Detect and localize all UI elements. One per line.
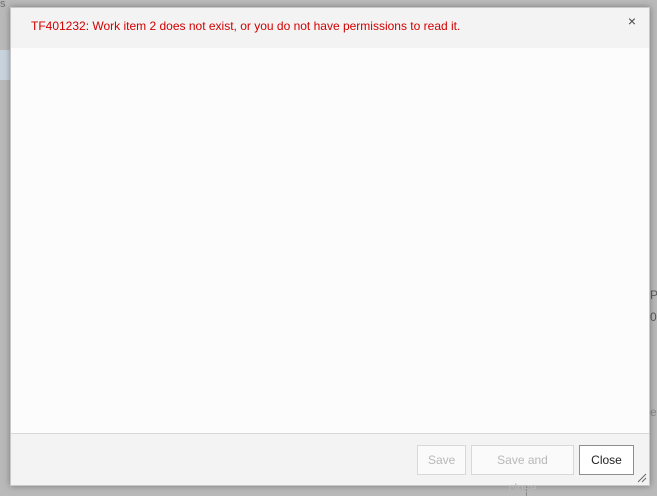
background-text-fragment: s [0, 0, 6, 10]
dialog-body [11, 48, 649, 433]
dialog-header: TF401232: Work item 2 does not exist, or… [11, 8, 649, 48]
save-button[interactable]: Save [417, 445, 466, 475]
save-and-close-button[interactable]: Save and close [471, 445, 574, 495]
background-text-fragment: 0 [650, 310, 657, 324]
close-icon[interactable]: × [625, 14, 639, 28]
work-item-dialog: TF401232: Work item 2 does not exist, or… [10, 7, 650, 495]
dialog-footer: Save Save and close Close [11, 433, 649, 495]
error-message: TF401232: Work item 2 does not exist, or… [31, 19, 461, 33]
background-text-fragment: P [650, 288, 657, 302]
resize-grip-icon[interactable] [635, 471, 647, 483]
background-text-fragment: er [650, 405, 657, 419]
close-button[interactable]: Close [579, 445, 634, 475]
background-strip [0, 50, 10, 80]
